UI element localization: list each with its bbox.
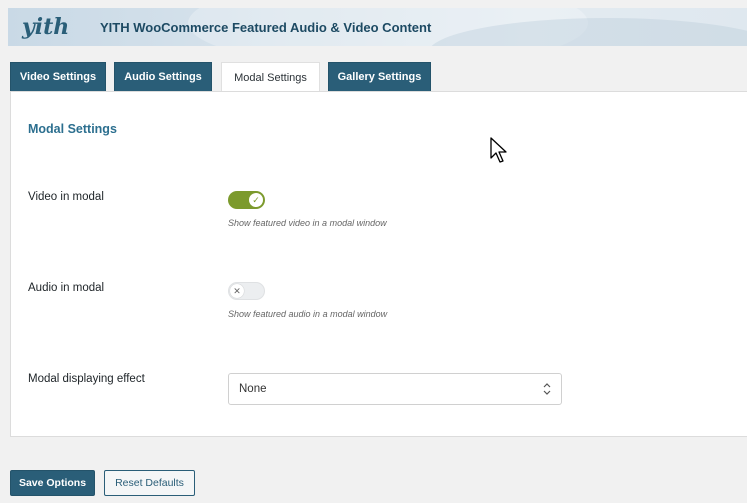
modal-effect-label: Modal displaying effect <box>28 373 145 385</box>
audio-in-modal-label: Audio in modal <box>28 282 105 294</box>
yith-logo: yith <box>21 14 68 40</box>
tab-audio-settings[interactable]: Audio Settings <box>114 62 212 92</box>
modal-effect-value: None <box>239 383 267 395</box>
video-in-modal-description: Show featured video in a modal window <box>228 218 387 228</box>
page-title: YITH WooCommerce Featured Audio & Video … <box>100 20 432 35</box>
video-in-modal-label: Video in modal <box>28 191 104 203</box>
audio-in-modal-description: Show featured audio in a modal window <box>228 309 388 319</box>
save-options-button[interactable]: Save Options <box>10 470 95 496</box>
plugin-header: yith YITH WooCommerce Featured Audio & V… <box>8 8 747 46</box>
modal-effect-select[interactable]: None <box>228 373 562 405</box>
check-icon: ✓ <box>249 193 263 207</box>
chevron-updown-icon <box>543 383 551 395</box>
tab-modal-settings[interactable]: Modal Settings <box>221 62 320 93</box>
reset-defaults-button[interactable]: Reset Defaults <box>104 470 195 496</box>
section-title: Modal Settings <box>28 122 117 136</box>
svg-text:yith: yith <box>21 14 68 40</box>
tab-gallery-settings[interactable]: Gallery Settings <box>328 62 431 92</box>
audio-in-modal-toggle[interactable]: ✕ <box>228 282 265 300</box>
tab-video-settings[interactable]: Video Settings <box>10 62 106 92</box>
video-in-modal-toggle[interactable]: ✓ <box>228 191 265 209</box>
settings-panel: Modal Settings Video in modal ✓ Show fea… <box>10 91 747 437</box>
close-icon: ✕ <box>230 284 244 298</box>
mouse-cursor-icon <box>490 137 507 163</box>
